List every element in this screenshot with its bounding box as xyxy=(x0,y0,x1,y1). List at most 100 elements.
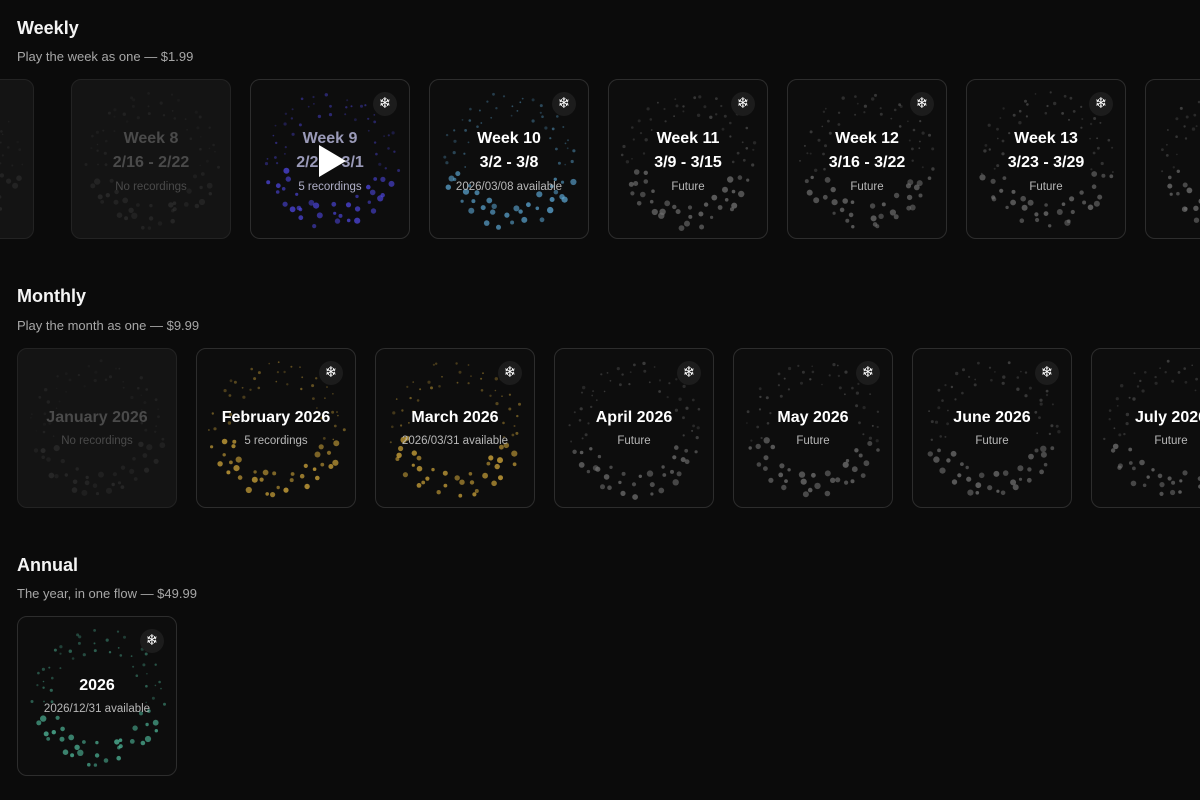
weekly-card-3[interactable]: Week 11 3/9 - 3/15 Future ❄ xyxy=(608,79,768,239)
snowflake-icon[interactable]: ❄ xyxy=(731,92,755,116)
decor-dot xyxy=(539,104,543,108)
decor-dot xyxy=(994,371,996,373)
snowflake-icon[interactable]: ❄ xyxy=(373,92,397,116)
decor-dot xyxy=(276,485,280,490)
decor-dot xyxy=(283,122,287,126)
monthly-card-4[interactable]: May 2026 Future ❄ xyxy=(733,348,893,508)
decor-dot xyxy=(824,490,831,497)
decor-dot xyxy=(170,93,174,96)
decor-dot xyxy=(441,375,443,378)
decor-dot xyxy=(1063,94,1067,98)
weekly-card-0[interactable]: Week 8 2/16 - 2/22 No recordings xyxy=(71,79,231,239)
decor-dot xyxy=(606,372,609,374)
weekly-title: Weekly xyxy=(17,18,79,38)
decor-dot xyxy=(842,461,849,468)
weekly-card-1[interactable]: Week 92/23 - 3/15 recordings❄ xyxy=(250,79,410,239)
decor-dot xyxy=(653,366,656,368)
weekly-card-4[interactable]: Week 12 3/16 - 3/22 Future ❄ xyxy=(787,79,947,239)
decor-dot xyxy=(854,113,857,116)
decor-dot xyxy=(1068,118,1070,121)
decor-dot xyxy=(987,123,991,127)
decor-dot xyxy=(275,380,278,383)
decor-dot xyxy=(274,124,277,127)
decor-dot xyxy=(416,483,422,488)
decor-dot xyxy=(872,222,878,227)
monthly-card-0[interactable]: January 2026 No recordings xyxy=(17,348,177,508)
decor-dot xyxy=(233,380,237,384)
decor-dot xyxy=(345,202,352,208)
snowflake-icon[interactable]: ❄ xyxy=(552,92,576,116)
weekly-card-6[interactable]: W3/❄ xyxy=(1145,79,1200,239)
decor-dot xyxy=(1018,109,1022,113)
monthly-card-2[interactable]: March 2026 2026/03/31 available ❄ xyxy=(375,348,535,508)
decor-dot xyxy=(851,466,858,473)
decor-dot xyxy=(691,429,694,432)
decor-dot xyxy=(966,476,972,482)
decor-dot xyxy=(759,395,762,399)
snowflake-icon[interactable]: ❄ xyxy=(140,629,164,653)
decor-dot xyxy=(850,479,855,484)
decor-dot xyxy=(59,667,62,670)
decor-dot xyxy=(616,367,620,371)
decor-dot xyxy=(168,202,174,208)
decor-dot xyxy=(1017,465,1024,472)
decor-dot xyxy=(927,176,932,180)
card-date-range: 3/9 - 3/15 xyxy=(654,154,722,171)
decor-dot xyxy=(316,212,323,219)
decor-dot xyxy=(241,386,244,389)
decor-dot xyxy=(468,207,475,214)
annual-card-0[interactable]: 2026 2026/12/31 available ❄ xyxy=(17,616,177,776)
monthly-card-6[interactable]: July 2026Future❄ xyxy=(1091,348,1200,508)
decor-dot xyxy=(893,214,899,220)
decor-dot xyxy=(1039,469,1044,475)
decor-dot xyxy=(113,115,116,118)
decor-dot xyxy=(800,478,807,485)
decor-dot xyxy=(822,110,826,113)
decor-dot xyxy=(1176,191,1180,196)
snowflake-icon[interactable]: ❄ xyxy=(498,361,522,385)
decor-dot xyxy=(333,211,337,215)
decor-dot xyxy=(783,377,786,380)
decor-dot xyxy=(60,726,65,732)
decor-dot xyxy=(95,740,99,745)
snowflake-icon[interactable]: ❄ xyxy=(1035,361,1059,385)
decor-dot xyxy=(975,491,980,495)
monthly-card-3[interactable]: April 2026 Future ❄ xyxy=(554,348,714,508)
decor-dot xyxy=(82,740,86,744)
snowflake-icon[interactable]: ❄ xyxy=(856,361,880,385)
play-icon[interactable] xyxy=(317,144,347,178)
monthly-card-1[interactable]: February 2026 5 recordings ❄ xyxy=(196,348,356,508)
decor-dot xyxy=(68,734,75,741)
partial-previous-card[interactable] xyxy=(0,79,34,239)
decor-dot xyxy=(122,386,125,389)
snowflake-icon[interactable]: ❄ xyxy=(910,92,934,116)
decor-dot xyxy=(334,218,341,224)
card-status: Future xyxy=(975,435,1009,447)
decor-dot xyxy=(277,361,280,364)
decor-dot xyxy=(1193,217,1200,223)
decor-dot xyxy=(1128,461,1133,465)
decor-dot xyxy=(1141,389,1145,393)
weekly-card-5[interactable]: Week 13 3/23 - 3/29 Future ❄ xyxy=(966,79,1126,239)
decor-dot xyxy=(501,395,503,397)
snowflake-icon[interactable]: ❄ xyxy=(677,361,701,385)
decor-dot xyxy=(147,105,150,108)
decor-dot xyxy=(1151,468,1155,472)
decor-dot xyxy=(1070,209,1075,215)
decor-dot xyxy=(1154,375,1157,379)
monthly-row: January 2026 No recordings February 2026 5 … xyxy=(0,348,1200,512)
decor-dot xyxy=(291,108,294,111)
decor-dot xyxy=(572,449,577,454)
weekly-card-2[interactable]: Week 10 3/2 - 3/8 2026/03/08 available ❄ xyxy=(429,79,589,239)
decor-dot xyxy=(370,208,377,214)
snowflake-icon[interactable]: ❄ xyxy=(1089,92,1113,116)
monthly-card-5[interactable]: June 2026 Future ❄ xyxy=(912,348,1072,508)
dot-ring-graphic xyxy=(0,120,24,211)
decor-dot xyxy=(298,123,302,127)
decor-dot xyxy=(1154,381,1158,385)
decor-dot xyxy=(696,113,701,117)
decor-dot xyxy=(468,119,472,122)
decor-dot xyxy=(878,213,884,219)
snowflake-icon[interactable]: ❄ xyxy=(319,361,343,385)
decor-dot xyxy=(526,202,531,208)
